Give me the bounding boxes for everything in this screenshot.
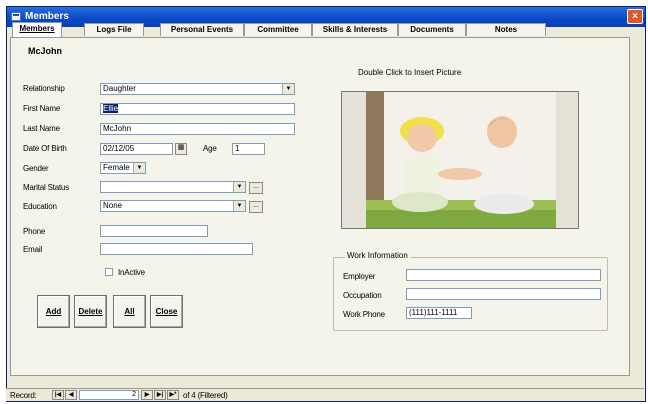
occupation-label: Occupation — [343, 291, 382, 300]
first-record-icon[interactable]: |◀ — [52, 390, 64, 400]
relationship-label: Relationship — [23, 84, 65, 93]
dob-label: Date Of Birth — [23, 144, 67, 153]
tab-logs-file[interactable]: Logs File — [84, 23, 144, 36]
picture-hint: Double Click to Insert Picture — [358, 68, 462, 77]
record-number-input[interactable]: 2 — [79, 390, 139, 400]
previous-record-icon[interactable]: ◀ — [65, 390, 77, 400]
marital-status-ellipsis-button[interactable]: ... — [249, 182, 263, 194]
gender-label: Gender — [23, 164, 49, 173]
phone-field[interactable] — [100, 225, 208, 237]
last-name-field[interactable]: McJohn — [100, 123, 295, 135]
work-phone-label: Work Phone — [343, 310, 385, 319]
first-name-label: First Name — [23, 104, 61, 113]
education-value: None — [103, 201, 123, 210]
form-icon — [11, 12, 21, 21]
inactive-checkbox[interactable] — [105, 268, 113, 276]
member-picture-frame[interactable] — [341, 91, 579, 229]
age-label: Age — [203, 144, 217, 153]
work-information-title: Work Information — [345, 251, 410, 260]
tab-personal-events[interactable]: Personal Events — [160, 23, 244, 36]
record-count-text: of 4 (Filtered) — [183, 391, 228, 400]
education-label: Education — [23, 202, 57, 211]
add-button[interactable]: Add — [37, 295, 70, 328]
age-field[interactable]: 1 — [232, 143, 265, 155]
all-button[interactable]: All — [113, 295, 146, 328]
close-window-button[interactable]: × — [627, 9, 643, 24]
delete-button[interactable]: Delete — [74, 295, 107, 328]
calendar-icon[interactable]: ▦ — [175, 143, 187, 155]
inactive-label: InActive — [118, 268, 145, 277]
email-label: Email — [23, 245, 43, 254]
employer-field[interactable] — [406, 269, 601, 281]
last-name-label: Last Name — [23, 124, 60, 133]
dob-field[interactable]: 02/12/05 — [100, 143, 173, 155]
gender-value: Female — [103, 163, 130, 172]
close-button[interactable]: Close — [150, 295, 183, 328]
education-select[interactable]: None ▼ — [100, 200, 246, 212]
phone-label: Phone — [23, 227, 46, 236]
tab-committee[interactable]: Committee — [244, 23, 312, 36]
dropdown-arrow-icon[interactable]: ▼ — [233, 182, 245, 192]
education-ellipsis-button[interactable]: ... — [249, 201, 263, 213]
tab-skills-interests[interactable]: Skills & Interests — [312, 23, 398, 36]
member-name-heading: McJohn — [28, 46, 63, 56]
next-record-icon[interactable]: ▶ — [141, 390, 153, 400]
dropdown-arrow-icon[interactable]: ▼ — [133, 163, 145, 173]
tab-notes[interactable]: Notes — [466, 23, 546, 36]
dropdown-arrow-icon[interactable]: ▼ — [233, 201, 245, 211]
first-name-field[interactable]: Ellie — [100, 103, 295, 115]
occupation-field[interactable] — [406, 288, 601, 300]
window-title: Members — [25, 11, 69, 22]
member-photo — [366, 92, 556, 228]
dropdown-arrow-icon[interactable]: ▼ — [282, 84, 294, 94]
tab-members[interactable]: Members — [12, 22, 62, 37]
email-field[interactable] — [100, 243, 253, 255]
gender-select[interactable]: Female ▼ — [100, 162, 146, 174]
last-record-icon[interactable]: ▶| — [154, 390, 166, 400]
work-phone-field[interactable]: (111)111-1111 — [406, 307, 472, 319]
relationship-value: Daughter — [103, 84, 136, 93]
new-record-icon[interactable]: ▶* — [167, 390, 179, 400]
tab-documents[interactable]: Documents — [398, 23, 466, 36]
record-label: Record: — [10, 391, 37, 400]
marital-status-label: Marital Status — [23, 183, 70, 192]
employer-label: Employer — [343, 272, 376, 281]
record-navigation-bar: Record: |◀ ◀ 2 ▶ ▶| ▶* of 4 (Filtered) — [6, 388, 644, 401]
marital-status-select[interactable]: ▼ — [100, 181, 246, 193]
first-name-value: Ellie — [103, 104, 119, 113]
relationship-select[interactable]: Daughter ▼ — [100, 83, 295, 95]
